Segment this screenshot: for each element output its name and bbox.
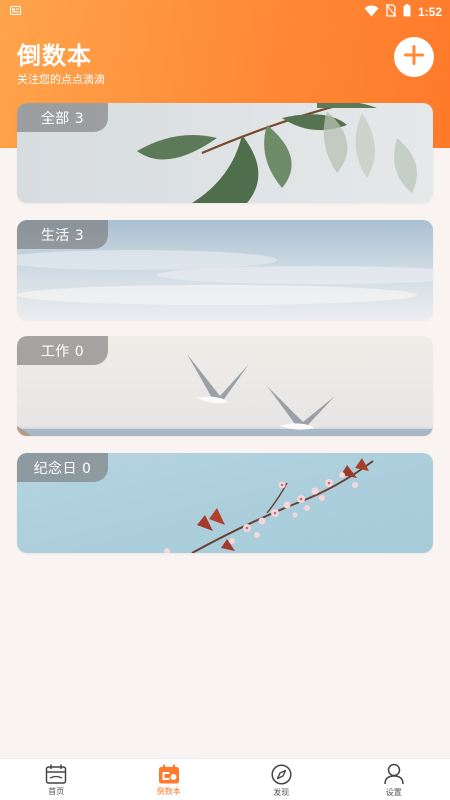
nav-label-discover: 发现 (273, 787, 290, 797)
no-sim-icon (385, 4, 397, 20)
category-card-anniversary[interactable]: 纪念日 0 (17, 453, 433, 553)
plus-icon (403, 44, 425, 70)
category-card-work[interactable]: 工作 0 (17, 336, 433, 436)
countdown-book-icon (158, 764, 180, 784)
nav-label-settings: 设置 (385, 788, 402, 797)
nav-label-countdown: 倒数本 (156, 787, 181, 796)
add-button[interactable] (394, 37, 434, 77)
category-card-all[interactable]: 全部 3 (17, 103, 433, 203)
category-label: 纪念日 0 (17, 453, 108, 482)
notification-icon (10, 5, 21, 19)
nav-item-discover[interactable]: 发现 (225, 759, 338, 800)
nav-item-countdown[interactable]: 倒数本 (113, 759, 226, 800)
page-subtitle: 关注您的点点滴滴 (17, 73, 105, 86)
calendar-home-icon (45, 764, 67, 784)
nav-label-home: 首页 (48, 787, 65, 796)
category-label: 工作 0 (17, 336, 108, 365)
wifi-icon (364, 5, 379, 20)
category-label: 生活 3 (17, 220, 108, 249)
category-label: 全部 3 (17, 103, 108, 132)
status-time: 1:52 (417, 5, 442, 19)
category-card-life[interactable]: 生活 3 (17, 220, 433, 320)
nav-item-home[interactable]: 首页 (0, 759, 113, 800)
compass-icon (271, 763, 292, 785)
nav-item-settings[interactable]: 设置 (338, 759, 450, 800)
status-bar: 1:52 (0, 0, 450, 24)
bottom-nav: 首页 倒数本 发现 设置 (0, 758, 450, 800)
page-title: 倒数本 (17, 42, 92, 70)
battery-icon (403, 4, 411, 20)
user-icon (384, 763, 404, 785)
